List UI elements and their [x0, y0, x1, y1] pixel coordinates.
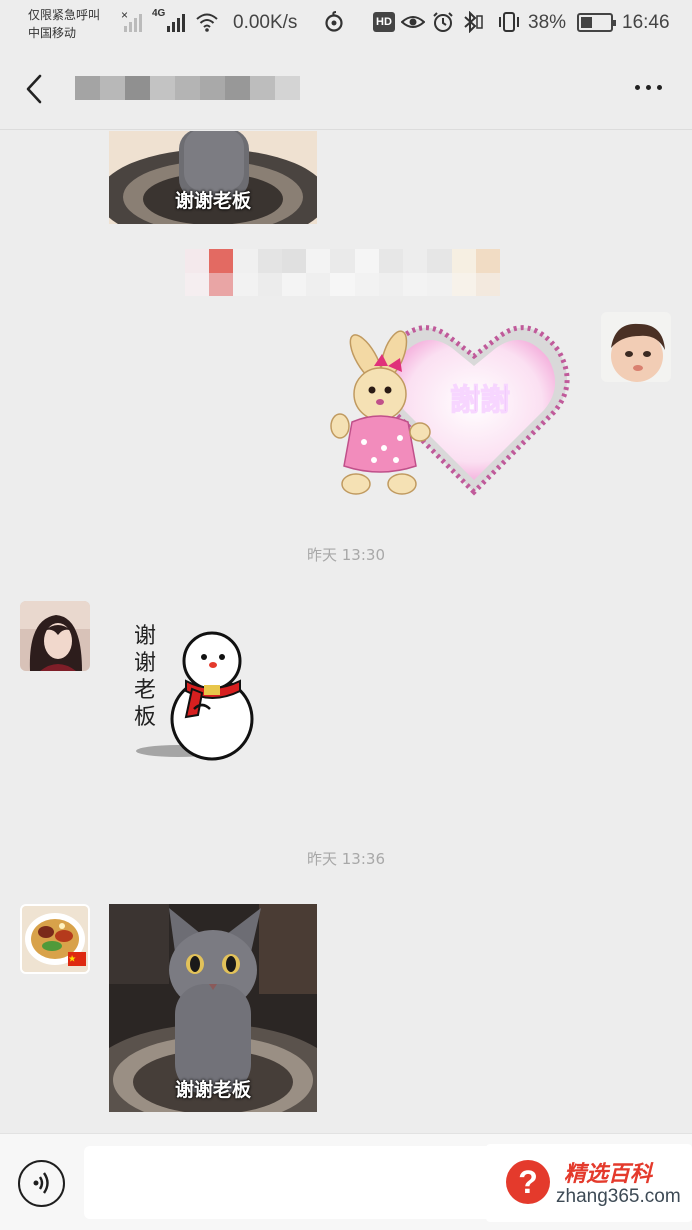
bunny-heart-sticker-image: 謝謝	[330, 325, 570, 496]
back-button[interactable]	[18, 70, 52, 108]
sticker-caption: 谢谢老板	[174, 1079, 251, 1101]
contact-avatar[interactable]	[20, 904, 90, 974]
blurred-message	[185, 249, 500, 296]
message-timestamp: 昨天 13:30	[307, 546, 385, 564]
snowman-sticker-message[interactable]: 谢 谢 老 板	[130, 619, 260, 769]
alarm-icon	[433, 12, 453, 32]
bluetooth-icon	[464, 11, 483, 33]
more-dots-icon	[635, 85, 640, 90]
battery-percent: 38%	[528, 12, 567, 33]
battery-icon	[577, 13, 616, 32]
network-speed: 0.00K/s	[233, 12, 298, 33]
vibrate-icon	[499, 12, 519, 32]
message-timestamp: 昨天 13:36	[307, 850, 385, 868]
netease-music-icon	[325, 11, 343, 32]
signal-bars-icon	[124, 12, 142, 32]
question-mark-logo: ?	[506, 1160, 550, 1204]
contact-avatar[interactable]	[20, 601, 90, 671]
network-type-tag: 4G	[152, 8, 166, 19]
chat-input-bar: ? 精选百科 zhang365.com	[0, 1133, 692, 1230]
baby-photo	[601, 312, 671, 382]
sticker-caption: 谢谢老板	[174, 190, 251, 212]
carrier-emergency-text: 仅限紧急呼叫	[28, 8, 101, 22]
wifi-icon	[196, 13, 218, 32]
watermark-site-name: 精选百科	[564, 1162, 653, 1187]
cat-sticker-message[interactable]: 谢谢老板	[109, 131, 317, 224]
signal-bars-icon	[167, 12, 185, 32]
site-watermark: ? 精选百科 zhang365.com	[486, 1144, 692, 1222]
more-options-button[interactable]	[635, 85, 662, 90]
message-text-input[interactable]	[84, 1146, 494, 1219]
my-avatar[interactable]	[601, 312, 671, 382]
chat-header	[0, 48, 692, 130]
cat-sticker-message[interactable]: 谢谢老板	[109, 904, 317, 1112]
hd-badge: HD	[373, 12, 395, 32]
chat-title-blurred	[75, 76, 300, 100]
carrier-info: 仅限紧急呼叫 中国移动	[28, 6, 100, 42]
snowman-image	[136, 631, 254, 761]
message-list[interactable]: 谢谢老板 謝謝 昨天 13:30 谢 谢 老 板 昨天 13:36 谢谢老板	[0, 131, 692, 1132]
voice-input-icon	[33, 1172, 49, 1194]
heart-caption: 謝謝	[450, 383, 510, 418]
voice-input-button[interactable]	[18, 1160, 65, 1207]
eye-icon	[401, 16, 425, 28]
carrier-name: 中国移动	[28, 26, 77, 40]
status-time: 16:46	[622, 12, 670, 33]
chevron-left-icon	[26, 74, 42, 104]
bunny-heart-sticker-message[interactable]: 謝謝	[322, 314, 572, 500]
watermark-url: zhang365.com	[556, 1186, 681, 1207]
food-photo-avatar	[22, 906, 88, 972]
battery-fill	[581, 17, 592, 28]
status-bar: 仅限紧急呼叫 中国移动 × 4G 0.00K/s HD 38% 16:46	[0, 0, 692, 48]
anime-character-avatar	[20, 601, 90, 671]
